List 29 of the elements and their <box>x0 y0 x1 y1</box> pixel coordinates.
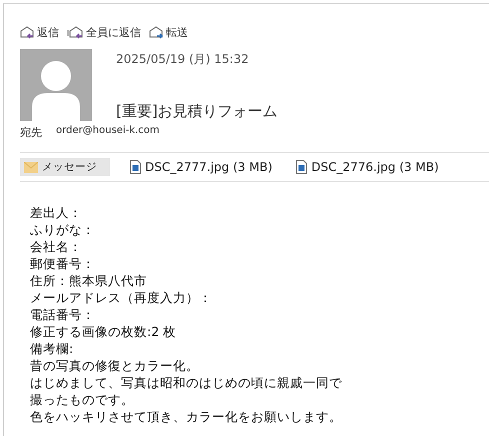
forward-button[interactable]: 転送 <box>149 24 188 40</box>
recipient-label: 宛先 <box>20 125 42 140</box>
envelope-icon <box>24 162 38 172</box>
body-line: 撮ったものです。 <box>30 391 135 408</box>
message-tab[interactable]: メッセージ <box>20 158 110 176</box>
body-line: 住所：熊本県八代市 <box>30 272 148 289</box>
reply-all-icon <box>67 25 84 39</box>
sent-date: 2025/05/19 (月) 15:32 <box>116 51 250 68</box>
body-line: メールアドレス（再度入力）： <box>30 289 213 306</box>
attachment[interactable]: DSC_2777.jpg (3 MB) <box>126 158 276 176</box>
body-line: 差出人： <box>30 204 83 221</box>
reply-icon <box>20 25 35 39</box>
body-line: 会社名： <box>30 238 83 255</box>
image-file-icon <box>130 160 141 174</box>
image-file-icon <box>296 160 308 174</box>
email-subject: [重要]お見積りフォーム <box>116 102 278 121</box>
body-line: 修正する画像の枚数:2 枚 <box>30 323 178 340</box>
body-line: 色をハッキリさせて頂き、カラー化をお願いします。 <box>30 408 343 425</box>
body-line: 電話番号： <box>30 306 96 323</box>
forward-icon <box>149 25 164 39</box>
recipient-address: order@housei-k.com <box>56 125 160 138</box>
body-line: はじめまして、写真は昭和のはじめの頃に親戚一同で <box>30 374 343 391</box>
reply-button[interactable]: 返信 <box>20 24 59 40</box>
attachment[interactable]: DSC_2776.jpg (3 MB) <box>292 158 443 176</box>
reply-all-button[interactable]: 全員に返信 <box>67 24 141 40</box>
body-line: 備考欄: <box>30 340 74 357</box>
body-line: ふりがな： <box>30 221 96 238</box>
body-line: 昔の写真の修復とカラー化。 <box>30 357 200 374</box>
body-line: 郵便番号： <box>30 255 96 272</box>
